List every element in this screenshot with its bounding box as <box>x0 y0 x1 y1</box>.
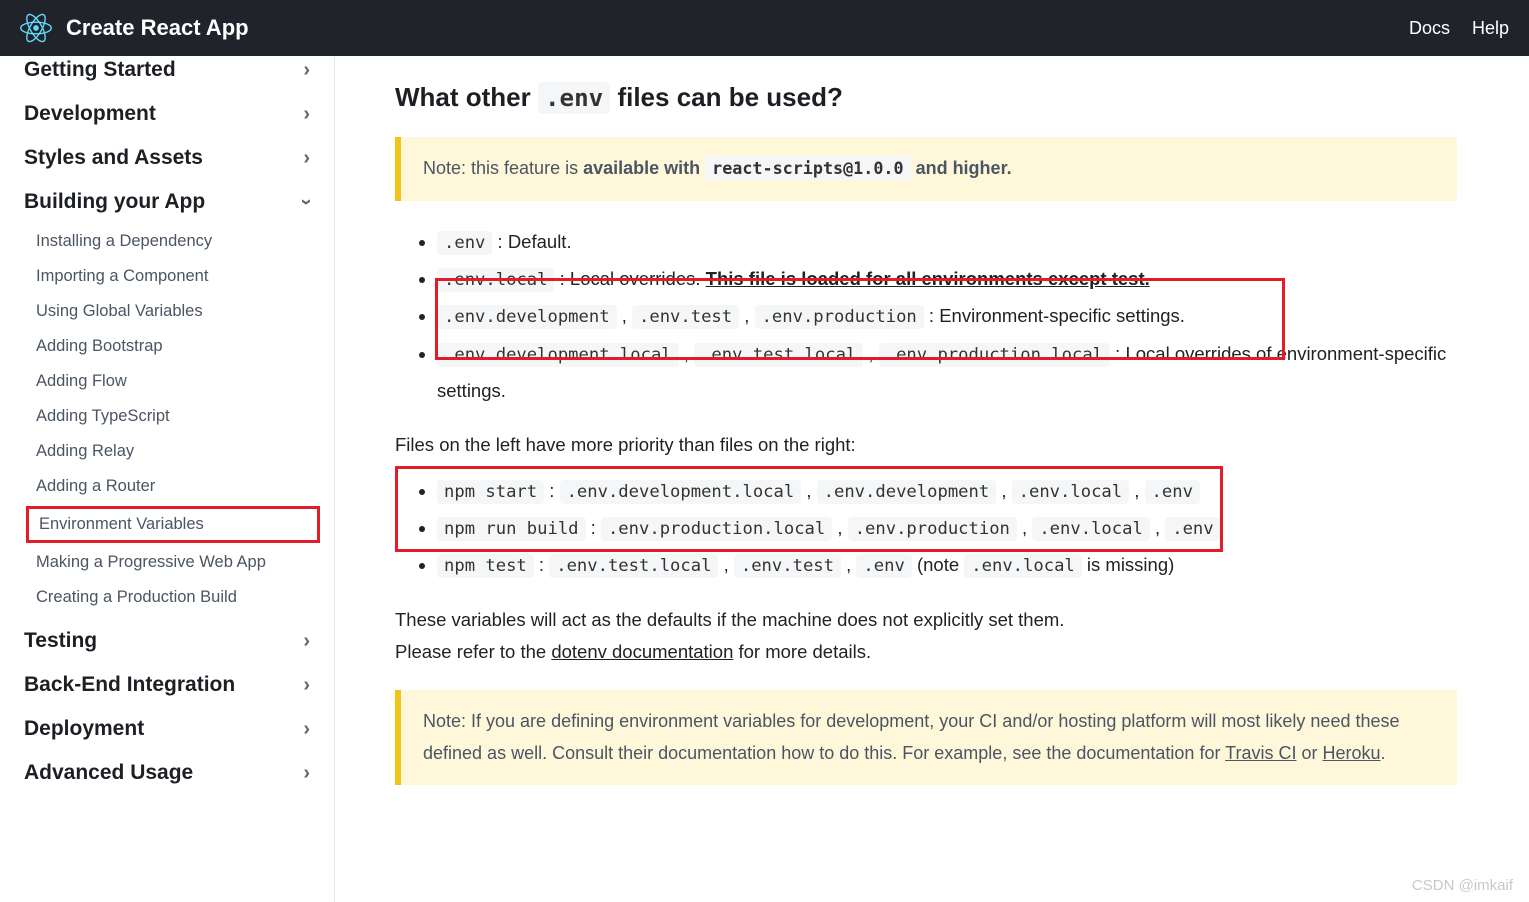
dotenv-link[interactable]: dotenv documentation <box>551 641 733 662</box>
chevron-down-icon: › <box>297 199 317 206</box>
inline-code: .env <box>856 554 911 578</box>
list-item: npm start : .env.development.local , .en… <box>437 472 1457 509</box>
chevron-right-icon: › <box>303 60 310 80</box>
env-files-list: .env : Default. .env.local : Local overr… <box>395 223 1457 410</box>
sidebar[interactable]: Getting Started› Development› Styles and… <box>0 56 335 902</box>
inline-code: .env.production <box>848 517 1017 541</box>
react-logo-icon <box>20 12 52 44</box>
inline-code: npm test <box>437 554 534 578</box>
inline-code: .env.test.local <box>694 343 863 367</box>
inline-code: .env.test <box>632 305 739 329</box>
topbar-nav: Docs Help <box>1409 18 1509 39</box>
topbar: Create React App Docs Help <box>0 0 1529 56</box>
inline-code: npm start <box>437 480 544 504</box>
inline-code: .env.local <box>1012 480 1129 504</box>
inline-code: .env <box>1165 517 1220 541</box>
inline-code: .env.production.local <box>601 517 832 541</box>
priority-list: npm start : .env.development.local , .en… <box>395 472 1457 584</box>
inline-code: .env.development <box>437 305 617 329</box>
sidebar-cat-backend[interactable]: Back-End Integration› <box>0 663 334 707</box>
heroku-link[interactable]: Heroku <box>1322 743 1380 763</box>
note-box-availability: Note: this feature is available with rea… <box>395 137 1457 201</box>
sidebar-item-environment-variables[interactable]: Environment Variables <box>26 506 320 543</box>
note-box-ci: Note: If you are defining environment va… <box>395 690 1457 785</box>
sidebar-item-adding-bootstrap[interactable]: Adding Bootstrap <box>0 329 334 364</box>
topbar-left: Create React App <box>20 12 249 44</box>
inline-code: react-scripts@1.0.0 <box>705 156 910 180</box>
inline-code: .env.test <box>734 554 841 578</box>
sidebar-item-pwa[interactable]: Making a Progressive Web App <box>0 545 334 580</box>
sidebar-item-production-build[interactable]: Creating a Production Build <box>0 580 334 615</box>
sidebar-cat-advanced[interactable]: Advanced Usage› <box>0 751 334 795</box>
list-item: npm run build : .env.production.local , … <box>437 509 1457 546</box>
list-item: npm test : .env.test.local , .env.test ,… <box>437 546 1457 583</box>
chevron-right-icon: › <box>303 763 310 783</box>
inline-code: .env.production <box>755 305 924 329</box>
priority-paragraph: Files on the left have more priority tha… <box>395 429 1457 461</box>
inline-code: .env.development.local <box>560 480 802 504</box>
inline-code: .env <box>437 231 492 255</box>
inline-code: .env.production.local <box>879 343 1110 367</box>
chevron-right-icon: › <box>303 104 310 124</box>
list-item: .env.development.local , .env.test.local… <box>437 335 1457 409</box>
inline-code: .env.test.local <box>549 554 718 578</box>
chevron-right-icon: › <box>303 148 310 168</box>
sidebar-sub-building: Installing a Dependency Importing a Comp… <box>0 224 334 619</box>
main-content: What other .env files can be used? Note:… <box>335 56 1529 902</box>
list-item: .env : Default. <box>437 223 1457 260</box>
sidebar-item-adding-flow[interactable]: Adding Flow <box>0 364 334 399</box>
sidebar-cat-development[interactable]: Development› <box>0 92 334 136</box>
inline-code: npm run build <box>437 517 586 541</box>
nav-help[interactable]: Help <box>1472 18 1509 39</box>
sidebar-cat-styles[interactable]: Styles and Assets› <box>0 136 334 180</box>
sidebar-item-global-variables[interactable]: Using Global Variables <box>0 294 334 329</box>
list-item: .env.local : Local overrides. This file … <box>437 260 1457 297</box>
sidebar-item-adding-typescript[interactable]: Adding TypeScript <box>0 399 334 434</box>
sidebar-cat-getting-started[interactable]: Getting Started› <box>0 56 334 92</box>
chevron-right-icon: › <box>303 631 310 651</box>
sidebar-item-adding-router[interactable]: Adding a Router <box>0 469 334 504</box>
inline-code: .env.development.local <box>437 343 679 367</box>
inline-code: .env <box>1145 480 1200 504</box>
inline-code: .env.development <box>817 480 997 504</box>
inline-code: .env.local <box>437 268 554 292</box>
inline-code: .env.local <box>964 554 1081 578</box>
sidebar-item-installing-dependency[interactable]: Installing a Dependency <box>0 224 334 259</box>
sidebar-item-adding-relay[interactable]: Adding Relay <box>0 434 334 469</box>
chevron-right-icon: › <box>303 719 310 739</box>
inline-code: .env <box>538 82 610 114</box>
sidebar-cat-testing[interactable]: Testing› <box>0 619 334 663</box>
chevron-right-icon: › <box>303 675 310 695</box>
sidebar-cat-deployment[interactable]: Deployment› <box>0 707 334 751</box>
inline-code: .env.local <box>1032 517 1149 541</box>
refer-paragraph: Please refer to the dotenv documentation… <box>395 636 1457 668</box>
travis-link[interactable]: Travis CI <box>1225 743 1296 763</box>
sidebar-cat-building[interactable]: Building your App› <box>0 180 334 224</box>
defaults-paragraph: These variables will act as the defaults… <box>395 604 1457 636</box>
list-item: .env.development , .env.test , .env.prod… <box>437 297 1457 334</box>
page-heading: What other .env files can be used? <box>395 82 1457 113</box>
app-title[interactable]: Create React App <box>66 15 249 41</box>
sidebar-item-importing-component[interactable]: Importing a Component <box>0 259 334 294</box>
nav-docs[interactable]: Docs <box>1409 18 1450 39</box>
